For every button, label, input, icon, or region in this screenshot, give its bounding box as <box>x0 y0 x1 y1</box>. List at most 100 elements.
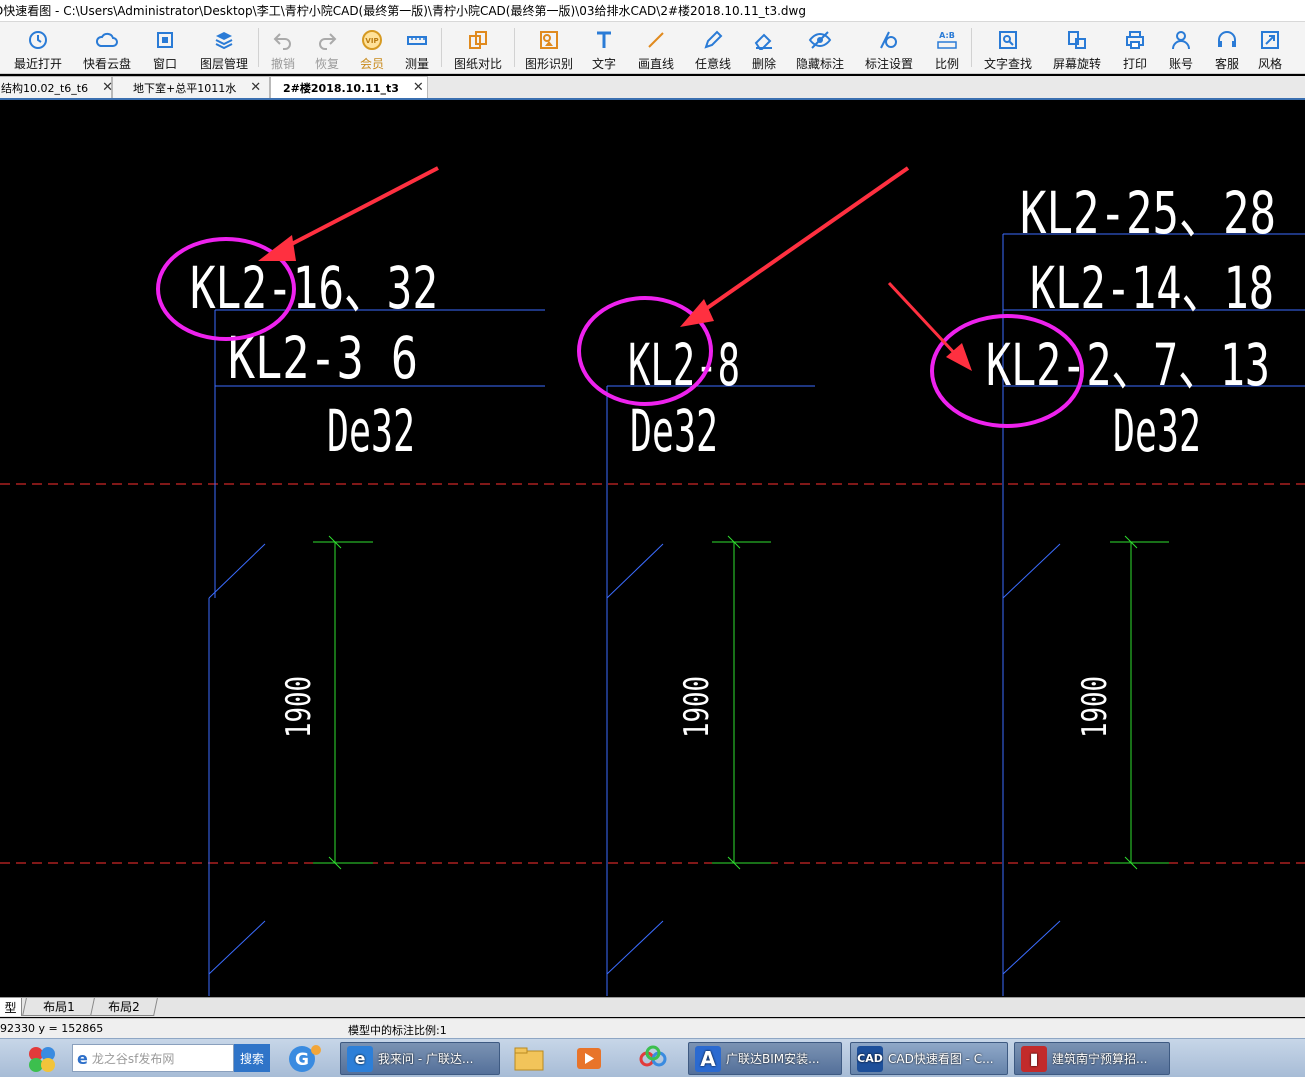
expand-icon <box>1261 31 1279 49</box>
text-tool-button[interactable]: 文字 <box>581 22 627 73</box>
taskbar-item[interactable]: A 广联达BIM安装... <box>688 1042 842 1075</box>
scale-button[interactable]: A:B 比例 <box>925 22 969 73</box>
document-tab-active[interactable]: 2#楼2018.10.11_t3 ✕ <box>270 76 428 98</box>
recent-open-button[interactable]: 最近打开 <box>0 22 76 73</box>
redo-arrow-icon <box>319 33 337 50</box>
close-icon[interactable]: ✕ <box>250 80 261 95</box>
svg-text:A:B: A:B <box>939 31 955 40</box>
compare-drawings-button[interactable]: 图纸对比 <box>444 22 512 73</box>
printer-icon <box>1126 31 1144 49</box>
annotation-arrow <box>680 166 910 327</box>
rotate-screen-button[interactable]: 屏幕旋转 <box>1042 22 1112 73</box>
toolbar-separator <box>514 28 515 67</box>
vip-badge-icon: VIP <box>362 30 382 50</box>
delete-button[interactable]: 删除 <box>741 22 787 73</box>
annotation-settings-button[interactable]: 标注设置 <box>853 22 925 73</box>
dimension-text: 1900 <box>1075 676 1115 738</box>
ie-icon: e <box>347 1045 373 1072</box>
member-button[interactable]: VIP 会员 <box>349 22 395 73</box>
media-player-icon[interactable] <box>572 1043 606 1074</box>
cad-app-icon: CAD <box>857 1045 883 1072</box>
drawing-svg: 1900 1900 1900 KL2-16、32 KL2-3 6 De32 KL… <box>0 166 1305 996</box>
account-button[interactable]: 账号 <box>1158 22 1204 73</box>
print-button[interactable]: 打印 <box>1112 22 1158 73</box>
coordinate-readout: 92330 y = 152865 <box>0 1022 104 1035</box>
layer-manager-button[interactable]: 图层管理 <box>192 22 256 73</box>
pipe-label: KL2-25、28 <box>1020 179 1276 247</box>
main-toolbar: 最近打开 快看云盘 窗口 图层管理 撤销 恢复 VIP 会员 测量 图纸对比 图… <box>0 22 1305 74</box>
windows-taskbar: e 龙之谷sf发布网 搜索 G e 我来问 - 广联达... A 广联达BIM安… <box>0 1038 1305 1077</box>
freehand-line-button[interactable]: 任意线 <box>685 22 741 73</box>
drawing-canvas[interactable]: 1900 1900 1900 KL2-16、32 KL2-3 6 De32 KL… <box>0 101 1305 997</box>
ie-logo-icon: e <box>77 1048 88 1068</box>
measure-button[interactable]: 测量 <box>395 22 439 73</box>
dimension-2 <box>712 535 771 870</box>
layout-tab-model[interactable]: 型 <box>0 998 22 1016</box>
app-launcher-icon[interactable] <box>26 1044 58 1074</box>
pipe-label: KL2-2、7、13 <box>986 331 1270 399</box>
support-button[interactable]: 客服 <box>1204 22 1250 73</box>
document-app-icon: ▮ <box>1021 1045 1047 1072</box>
taskbar-search-input[interactable]: e 龙之谷sf发布网 <box>72 1044 234 1072</box>
browser-g-icon[interactable]: G <box>282 1043 326 1074</box>
layers-icon <box>215 32 233 50</box>
cloud-drive-button[interactable]: 快看云盘 <box>76 22 138 73</box>
document-tab-bar: 结构10.02_t6_t6 ✕ 地下室+总平1011水 ✕ 2#楼2018.10… <box>0 76 1305 100</box>
style-button[interactable]: 风格 <box>1250 22 1290 73</box>
recent-clock-icon <box>29 31 47 49</box>
undo-button[interactable]: 撤销 <box>261 22 305 73</box>
dimension-3 <box>1110 535 1169 870</box>
text-t-icon <box>597 31 611 48</box>
dimension-text: 1900 <box>677 676 717 738</box>
taskbar-item[interactable]: ▮ 建筑南宁预算招... <box>1014 1042 1170 1075</box>
cloud-app-icon[interactable] <box>634 1043 672 1074</box>
compare-icon <box>469 31 487 49</box>
pipe-size-label: De32 <box>1113 397 1201 465</box>
cloud-icon <box>95 32 118 47</box>
redo-button[interactable]: 恢复 <box>305 22 349 73</box>
scale-ratio-icon: A:B <box>937 31 957 49</box>
pipe-size-label: De32 <box>630 397 718 465</box>
eraser-icon <box>754 33 772 50</box>
glodon-a-icon: A <box>695 1045 721 1072</box>
document-tab[interactable]: 地下室+总平1011水 ✕ <box>112 76 270 98</box>
toolbar-separator <box>971 28 972 67</box>
ruler-icon <box>407 36 427 45</box>
taskbar-item-active[interactable]: CAD CAD快速看图 - C... <box>850 1042 1008 1075</box>
document-tab[interactable]: 结构10.02_t6_t6 ✕ <box>0 76 113 98</box>
pen-icon <box>704 30 723 49</box>
pipe-label: KL2-16、32 <box>190 254 438 322</box>
search-doc-icon <box>999 31 1017 49</box>
layout-tab-1[interactable]: 布局1 <box>22 998 96 1016</box>
headset-icon <box>1218 31 1236 47</box>
settings-pen-icon <box>880 31 897 49</box>
shape-recognize-button[interactable]: 图形识别 <box>517 22 581 73</box>
undo-arrow-icon <box>273 33 291 50</box>
dimension-text: 1900 <box>279 676 319 738</box>
layout-tab-bar: 型 布局1 布局2 <box>0 997 1305 1017</box>
close-icon[interactable]: ✕ <box>413 80 424 95</box>
window-title: D快速看图 - C:\Users\Administrator\Desktop\李… <box>0 4 806 18</box>
window-button[interactable]: 窗口 <box>138 22 192 73</box>
svg-text:VIP: VIP <box>365 37 378 45</box>
shape-icon <box>540 31 558 49</box>
file-explorer-icon[interactable] <box>510 1043 548 1074</box>
hide-annotations-button[interactable]: 隐藏标注 <box>787 22 853 73</box>
svg-text:G: G <box>295 1050 309 1070</box>
eye-slash-icon <box>808 31 832 49</box>
annotation-scale-text: 模型中的标注比例:1 <box>348 1024 447 1037</box>
window-frame-icon <box>157 32 173 48</box>
taskbar-search-button[interactable]: 搜索 <box>234 1044 270 1072</box>
pipe-size-label: De32 <box>327 397 415 465</box>
status-bar: 92330 y = 152865 模型中的标注比例:1 <box>0 1018 1305 1038</box>
text-search-button[interactable]: 文字查找 <box>974 22 1042 73</box>
toolbar-separator <box>258 28 259 67</box>
rotate-icon <box>1068 31 1086 49</box>
toolbar-separator <box>441 28 442 67</box>
dimension-1 <box>313 535 373 870</box>
layout-tab-2[interactable]: 布局2 <box>90 998 158 1016</box>
taskbar-item[interactable]: e 我来问 - 广联达... <box>340 1042 500 1075</box>
line-icon <box>648 32 664 48</box>
pipe-label: KL2-14、18 <box>1030 254 1274 322</box>
draw-line-button[interactable]: 画直线 <box>627 22 685 73</box>
